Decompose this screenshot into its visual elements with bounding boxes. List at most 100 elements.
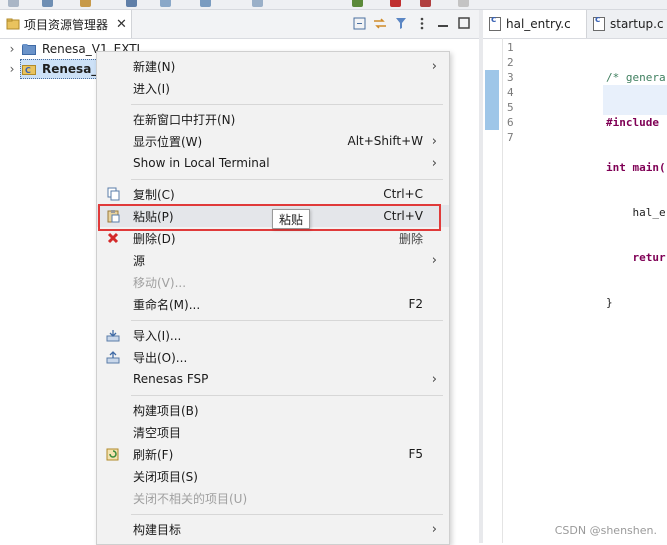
- tooltip: 粘贴: [272, 209, 311, 229]
- menu-item-label: 构建项目(B): [133, 403, 199, 418]
- line-number: 5: [507, 101, 514, 114]
- export-icon: [106, 350, 120, 364]
- menu-item-label: 刷新(F): [133, 447, 174, 462]
- search-icon[interactable]: [252, 0, 263, 7]
- menu-item-renesas-fsp[interactable]: Renesas FSP ›: [97, 368, 449, 390]
- c-file-icon: [489, 15, 501, 31]
- menu-item-new[interactable]: 新建(N) ›: [97, 55, 449, 77]
- paste-icon: [106, 209, 120, 223]
- tab-startup[interactable]: startup.c: [587, 10, 667, 38]
- menu-separator: [131, 320, 443, 321]
- view-actions: [352, 16, 471, 30]
- change-ruler-mark: [485, 70, 499, 130]
- menu-item-label: 删除(D): [133, 231, 176, 246]
- tab-project-explorer-label: 项目资源管理器: [24, 17, 109, 32]
- stop-icon[interactable]: [390, 0, 401, 7]
- line-number: 2: [507, 56, 514, 69]
- menu-item-label: 导入(I)...: [133, 328, 182, 343]
- gutter-divider: [502, 38, 503, 543]
- close-icon[interactable]: ✕: [116, 17, 127, 32]
- context-menu: 新建(N) › 进入(I) 在新窗口中打开(N) 显示位置(W) Alt+Shi…: [96, 51, 450, 545]
- menu-item-show-in[interactable]: 显示位置(W) Alt+Shift+W ›: [97, 130, 449, 152]
- line-number: 3: [507, 71, 514, 84]
- menu-item-shortcut: 删除: [398, 231, 423, 246]
- menu-item-show-in-terminal[interactable]: Show in Local Terminal ›: [97, 152, 449, 174]
- watermark: CSDN @shenshen.: [554, 524, 657, 537]
- view-tabbar: 项目资源管理器 ✕: [0, 10, 479, 39]
- line-numbers: 1 2 3 4 5 6 7: [507, 40, 514, 145]
- code-line: }: [606, 296, 613, 309]
- refresh-icon: [106, 447, 120, 461]
- code-line: retur: [606, 251, 666, 264]
- chevron-right-icon[interactable]: ›: [7, 42, 17, 56]
- menu-item-label: 移动(V)...: [133, 275, 187, 290]
- minimize-icon[interactable]: [436, 16, 450, 30]
- menu-item-label: 粘贴(P): [133, 209, 174, 224]
- menu-item-copy[interactable]: 复制(C) Ctrl+C: [97, 183, 449, 205]
- menu-item-rename[interactable]: 重命名(M)... F2: [97, 293, 449, 315]
- menu-item-shortcut: F5: [408, 447, 423, 461]
- c-file-icon: [593, 15, 605, 31]
- code-line: /* genera: [606, 71, 666, 84]
- menu-item-label: 新建(N): [133, 59, 176, 74]
- menu-item-clean-project[interactable]: 清空项目: [97, 421, 449, 443]
- copy-icon: [106, 187, 120, 201]
- c-project-icon: C: [22, 65, 36, 75]
- menu-item-label: 重命名(M)...: [133, 297, 201, 312]
- bug-icon[interactable]: [352, 0, 363, 7]
- menu-item-move[interactable]: 移动(V)...: [97, 271, 449, 293]
- menu-item-import[interactable]: 导入(I)...: [97, 324, 449, 346]
- link-with-editor-icon[interactable]: [373, 16, 387, 30]
- chevron-right-icon[interactable]: ›: [7, 62, 17, 76]
- menu-separator: [131, 104, 443, 105]
- menu-separator: [131, 395, 443, 396]
- view-menu-icon[interactable]: [415, 16, 429, 30]
- code-line: int main(: [606, 161, 666, 174]
- menu-item-label: 进入(I): [133, 81, 170, 96]
- tab-hal-entry[interactable]: hal_entry.c: [483, 10, 587, 38]
- menu-item-close-project[interactable]: 关闭项目(S): [97, 465, 449, 487]
- collapse-all-icon[interactable]: [352, 16, 366, 30]
- menu-item-build-targets[interactable]: 构建目标 ›: [97, 518, 449, 540]
- build-icon[interactable]: [42, 0, 53, 7]
- menu-item-go-into[interactable]: 进入(I): [97, 77, 449, 99]
- menu-item-shortcut: F2: [408, 297, 423, 311]
- line-number: 4: [507, 86, 514, 99]
- tree-item-project-2[interactable]: › C Renesa_V: [0, 59, 107, 79]
- menu-item-refresh[interactable]: 刷新(F) F5: [97, 443, 449, 465]
- tab-project-explorer[interactable]: 项目资源管理器 ✕: [0, 10, 132, 38]
- menu-item-label: 复制(C): [133, 187, 175, 202]
- menu-item-label: 关闭不相关的项目(U): [133, 491, 248, 506]
- menu-item-close-unrelated[interactable]: 关闭不相关的项目(U): [97, 487, 449, 509]
- menu-item-delete[interactable]: 删除(D) 删除: [97, 227, 449, 249]
- menu-item-label: 关闭项目(S): [133, 469, 198, 484]
- editor-tabbar: hal_entry.c startup.c: [483, 10, 667, 39]
- maximize-icon[interactable]: [457, 16, 471, 30]
- project-explorer-icon: [6, 18, 20, 30]
- code-line: #include: [606, 116, 666, 129]
- menu-separator: [131, 514, 443, 515]
- monitor-icon[interactable]: [126, 0, 137, 7]
- import-icon: [106, 328, 120, 342]
- menu-item-label: Show in Local Terminal: [133, 156, 270, 170]
- debug-icon[interactable]: [200, 0, 211, 7]
- menu-item-open-new-window[interactable]: 在新窗口中打开(N): [97, 108, 449, 130]
- filter-icon[interactable]: [394, 16, 408, 30]
- menu-item-source[interactable]: 源 ›: [97, 249, 449, 271]
- menu-item-export[interactable]: 导出(O)...: [97, 346, 449, 368]
- save-icon[interactable]: [8, 0, 19, 7]
- menu-item-shortcut: Alt+Shift+W: [347, 134, 424, 148]
- menu-item-label: 源: [133, 253, 146, 268]
- main-toolbar: [0, 0, 667, 10]
- edit-icon[interactable]: [458, 0, 469, 7]
- menu-item-build-project[interactable]: 构建项目(B): [97, 399, 449, 421]
- tab-label: hal_entry.c: [506, 17, 571, 31]
- menu-item-shortcut: Ctrl+V: [383, 209, 423, 223]
- hammer-icon[interactable]: [80, 0, 91, 7]
- run-icon[interactable]: [160, 0, 171, 7]
- code-text[interactable]: /* genera #include int main( hal_e retur…: [606, 40, 666, 340]
- menu-separator: [131, 179, 443, 180]
- submenu-arrow-icon: ›: [431, 155, 437, 171]
- external-tool-icon[interactable]: [420, 0, 431, 7]
- menu-item-label: Renesas FSP: [133, 372, 209, 386]
